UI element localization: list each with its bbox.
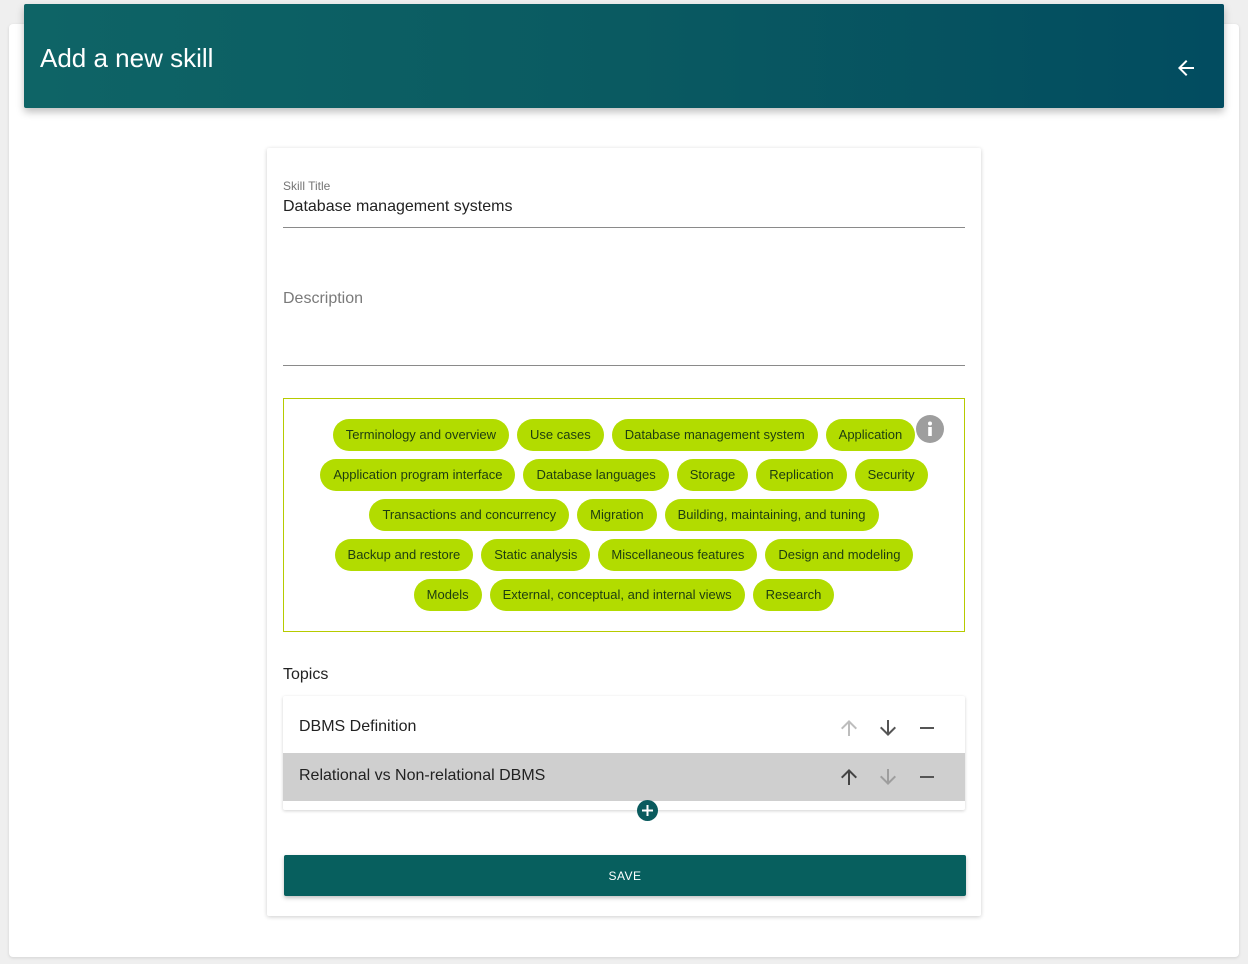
topic-name: DBMS Definition — [299, 718, 417, 735]
tag-chip[interactable]: Design and modeling — [765, 539, 914, 571]
page-title: Add a new skill — [40, 43, 214, 73]
tag-chip[interactable]: Migration — [577, 499, 657, 531]
move-down-button[interactable] — [876, 765, 900, 789]
info-icon[interactable] — [916, 415, 944, 443]
arrow-up-icon — [841, 769, 857, 785]
tag-chip[interactable]: Transactions and concurrency — [369, 499, 570, 531]
topics-list: DBMS Definition Relational vs Non-relati… — [283, 696, 965, 810]
tag-chip[interactable]: Research — [752, 579, 835, 611]
tag-chip[interactable]: Models — [413, 579, 482, 611]
topic-row-selected[interactable]: Relational vs Non-relational DBMS — [283, 753, 965, 801]
skill-title-label: Skill Title — [283, 179, 331, 193]
skill-form: Skill Title Database management systems … — [267, 148, 981, 916]
subtopic-tags-box: Terminology and overview Use cases Databas… — [283, 398, 965, 632]
plus-circle-icon — [642, 805, 653, 816]
topic-row[interactable]: DBMS Definition — [283, 704, 965, 752]
remove-topic-button[interactable] — [915, 765, 939, 789]
tag-chip[interactable]: Static analysis — [481, 539, 591, 571]
move-down-button[interactable] — [876, 716, 900, 740]
skill-title-input[interactable]: Database management systems — [283, 196, 965, 218]
tag-chip[interactable]: Storage — [676, 459, 749, 491]
minus-icon — [920, 727, 934, 729]
info-glyph — [928, 421, 932, 436]
tag-chip[interactable]: External, conceptual, and internal views — [489, 579, 745, 611]
add-topic-button[interactable] — [637, 800, 658, 821]
tags-list: Terminology and overview Use cases Databas… — [308, 419, 940, 611]
minus-icon — [920, 776, 934, 778]
tag-chip[interactable]: Terminology and overview — [332, 419, 510, 451]
topics-heading: Topics — [283, 666, 329, 683]
tag-chip[interactable]: Replication — [756, 459, 847, 491]
back-button[interactable] — [1174, 56, 1198, 80]
arrow-left-icon — [1178, 60, 1194, 76]
arrow-up-icon — [841, 720, 857, 736]
remove-topic-button[interactable] — [915, 716, 939, 740]
tag-chip[interactable]: Database management system — [611, 419, 818, 451]
move-up-button[interactable] — [837, 765, 861, 789]
tag-chip[interactable]: Use cases — [517, 419, 604, 451]
arrow-down-icon — [880, 769, 896, 785]
tag-chip[interactable]: Security — [854, 459, 928, 491]
skill-title-field[interactable]: Skill Title Database management systems — [283, 178, 965, 228]
tag-chip[interactable]: Application — [825, 419, 916, 451]
tag-chip[interactable]: Backup and restore — [334, 539, 474, 571]
arrow-down-icon — [880, 720, 896, 736]
description-field[interactable]: Description — [283, 288, 965, 366]
move-up-button[interactable] — [837, 716, 861, 740]
description-input[interactable]: Description — [283, 288, 965, 310]
topic-name: Relational vs Non-relational DBMS — [299, 767, 546, 784]
save-button[interactable]: SAVE — [284, 855, 966, 896]
tag-chip[interactable]: Building, maintaining, and tuning — [664, 499, 879, 531]
tag-chip[interactable]: Database languages — [523, 459, 669, 491]
app-header: Add a new skill — [24, 4, 1224, 108]
tag-chip[interactable]: Miscellaneous features — [598, 539, 758, 571]
tag-chip[interactable]: Application program interface — [320, 459, 516, 491]
